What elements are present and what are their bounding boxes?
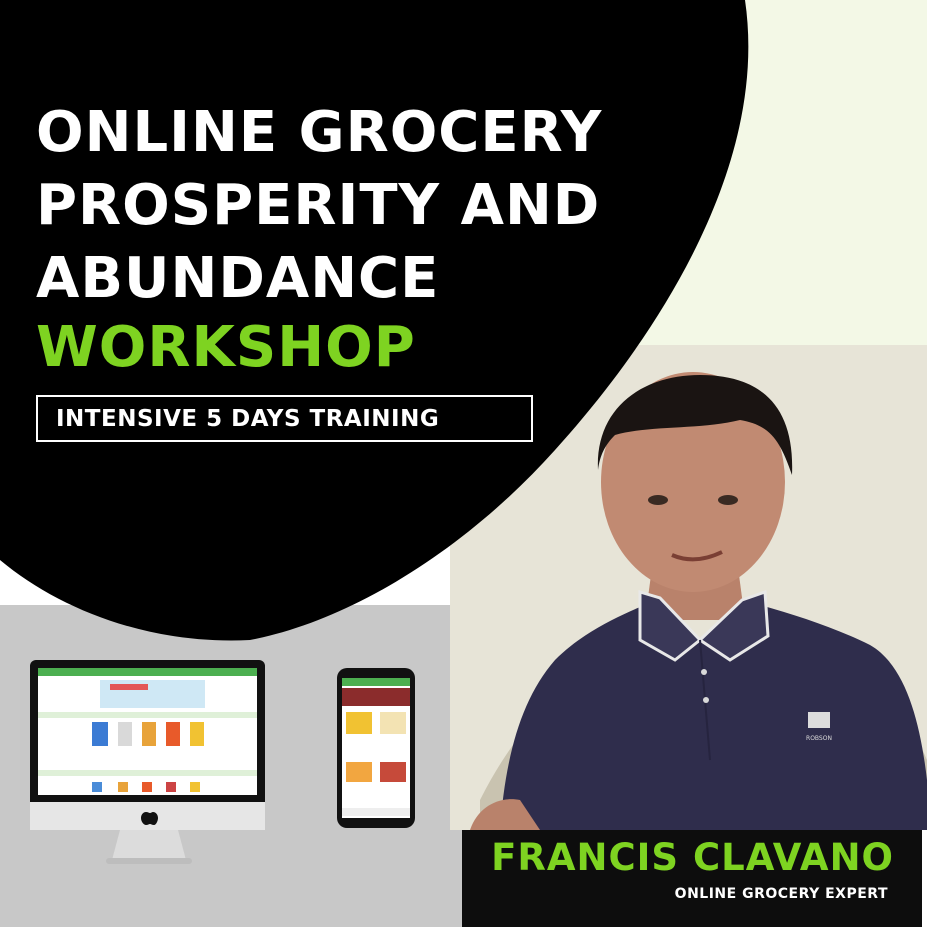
app-product bbox=[380, 712, 406, 734]
product-tile bbox=[118, 782, 128, 792]
product-tile bbox=[142, 722, 156, 746]
training-badge: INTENSIVE 5 DAYS TRAINING bbox=[36, 395, 533, 442]
workshop-accent-word: WORKSHOP bbox=[36, 315, 416, 380]
left-eye bbox=[648, 495, 668, 505]
site-section-bar bbox=[38, 770, 257, 776]
app-product bbox=[380, 762, 406, 782]
site-section-bar bbox=[38, 712, 257, 718]
phone-mockup bbox=[337, 668, 415, 828]
product-tile bbox=[190, 782, 200, 792]
product-tile bbox=[166, 782, 176, 792]
workshop-promo-graphic: ROBSON ONLINE GROCERY PROSPERITY AND ABU… bbox=[0, 0, 927, 927]
workshop-title: ONLINE GROCERY PROSPERITY AND ABUNDANCE bbox=[36, 96, 602, 315]
imac-base bbox=[106, 858, 192, 864]
shirt-logo-text: ROBSON bbox=[806, 735, 832, 742]
badge-text: INTENSIVE 5 DAYS TRAINING bbox=[56, 406, 440, 432]
product-tile bbox=[92, 722, 108, 746]
product-tile bbox=[166, 722, 180, 746]
presenter-name-plate: FRANCIS CLAVANO ONLINE GROCERY EXPERT bbox=[462, 830, 922, 927]
site-navbar bbox=[38, 668, 257, 676]
title-line-2: PROSPERITY AND bbox=[36, 173, 601, 238]
presenter-role: ONLINE GROCERY EXPERT bbox=[674, 886, 888, 902]
app-banner bbox=[342, 688, 410, 706]
imac-stand bbox=[112, 830, 186, 860]
product-tile bbox=[92, 782, 102, 792]
app-tabbar bbox=[342, 808, 410, 816]
product-tile bbox=[142, 782, 152, 792]
app-product bbox=[346, 762, 372, 782]
product-tile bbox=[118, 722, 132, 746]
title-line-3: ABUNDANCE bbox=[36, 246, 440, 311]
product-tile bbox=[190, 722, 204, 746]
banner-headline bbox=[110, 684, 148, 690]
title-line-1: ONLINE GROCERY bbox=[36, 100, 603, 165]
shirt-button bbox=[701, 669, 707, 675]
app-product bbox=[346, 712, 372, 734]
shirt-logo-icon bbox=[808, 712, 830, 728]
right-eye bbox=[718, 495, 738, 505]
shirt-button bbox=[703, 697, 709, 703]
apple-logo-icon bbox=[141, 812, 158, 825]
presenter-name: FRANCIS CLAVANO bbox=[491, 836, 894, 879]
app-header bbox=[342, 678, 410, 686]
